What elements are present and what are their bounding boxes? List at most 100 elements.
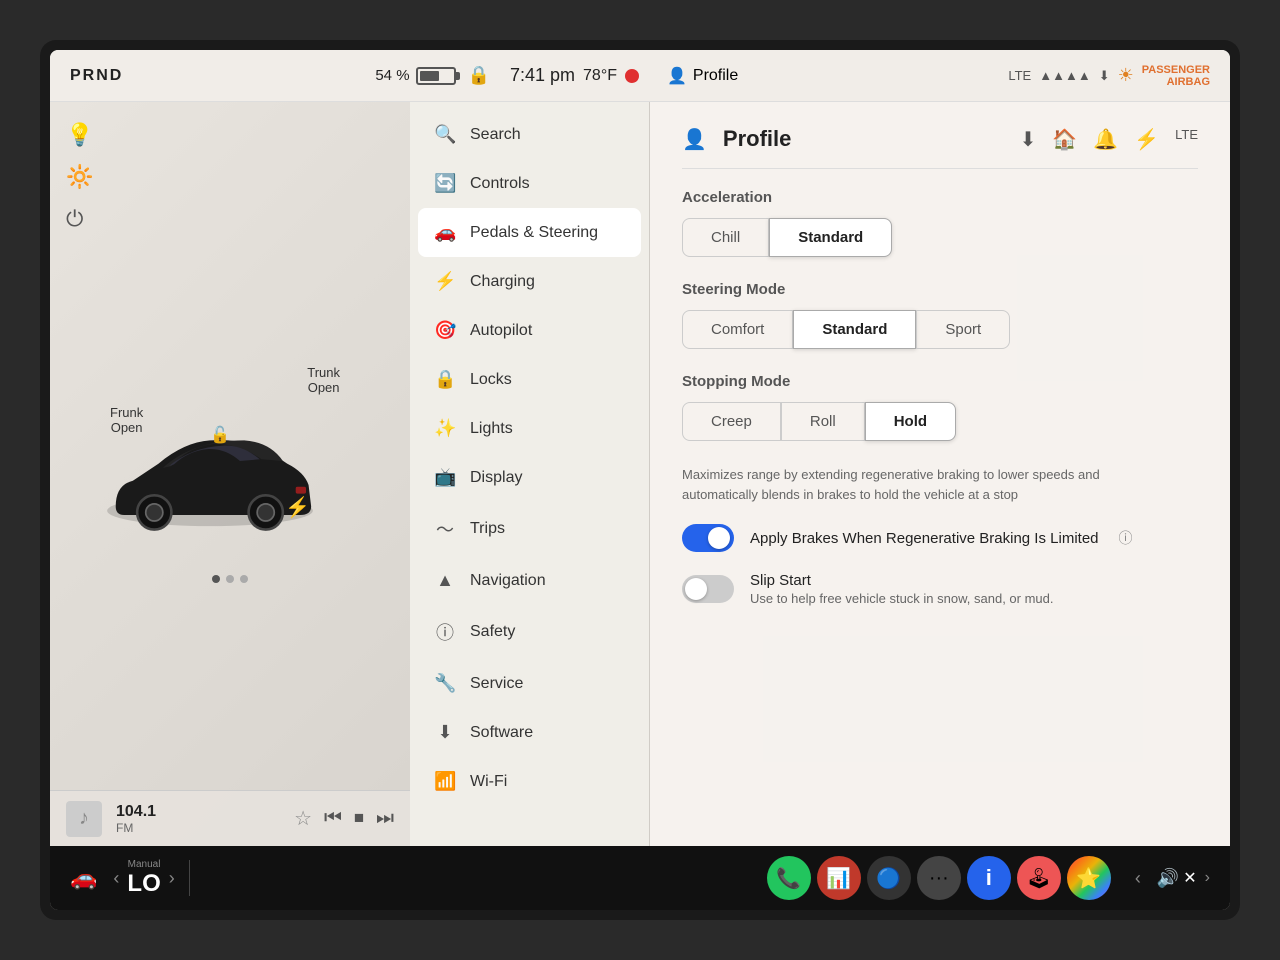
settings-title: Profile <box>723 126 791 152</box>
signal-bars: ▲▲▲▲ <box>1039 68 1090 83</box>
home-icon[interactable]: 🏠 <box>1052 127 1077 152</box>
menu-item-charging[interactable]: ⚡ Charging <box>410 257 649 306</box>
slip-start-toggle[interactable] <box>682 575 734 603</box>
taskbar: 🚗 ‹ Manual LO › 📞 📊 🔵 ··· i 🕹 ⭐ ‹ 🔊 ✕ <box>50 846 1230 910</box>
favorite-button[interactable]: ☆ <box>294 806 312 831</box>
pedals-label: Pedals & Steering <box>470 224 598 242</box>
menu-item-trips[interactable]: 〜 Trips <box>410 502 649 556</box>
fog-lights-icon[interactable]: 🔆 <box>66 164 93 190</box>
menu-item-display[interactable]: 📺 Display <box>410 453 649 502</box>
settings-header: 👤 Profile ⬇ 🏠 🔔 ⚡ LTE <box>682 126 1198 169</box>
menu-item-controls[interactable]: 🔄 Controls <box>410 159 649 208</box>
menu-item-pedals[interactable]: 🚗 Pedals & Steering <box>418 208 641 257</box>
lights-label: Lights <box>470 420 513 438</box>
trunk-label: Trunk Open <box>307 365 340 395</box>
locks-label: Locks <box>470 371 512 389</box>
menu-item-lights[interactable]: ✨ Lights <box>410 404 649 453</box>
profile-person-icon: 👤 <box>667 66 687 86</box>
lights-icon: ✨ <box>434 418 456 439</box>
apply-brakes-info-icon[interactable]: ⓘ <box>1119 528 1133 548</box>
software-icon: ⬇ <box>434 722 456 743</box>
car-page-dots <box>212 575 248 583</box>
battery-icon <box>416 67 456 85</box>
download-icon: ⬇ <box>1099 68 1110 84</box>
accel-standard-button[interactable]: Standard <box>769 218 892 257</box>
menu-column: 🔍 Search 🔄 Controls 🚗 Pedals & Steering … <box>410 102 650 846</box>
steering-sport-button[interactable]: Sport <box>916 310 1010 349</box>
back-arrow[interactable]: ‹ <box>113 868 119 889</box>
menu-item-service[interactable]: 🔧 Service <box>410 659 649 708</box>
menu-item-search[interactable]: 🔍 Search <box>410 110 649 159</box>
laptop-frame: PRND 54 % 🔒 7:41 pm 78°F 👤 Profile LTE ▲… <box>40 40 1240 920</box>
lte-label: LTE <box>1008 68 1031 83</box>
power-icon[interactable]: ⏻ <box>66 206 93 232</box>
next-button[interactable]: ⏭ <box>376 807 394 830</box>
menu-item-wifi[interactable]: 📶 Wi-Fi <box>410 757 649 806</box>
menu-item-navigation[interactable]: ▲ Navigation <box>410 556 649 605</box>
safety-label: Safety <box>470 623 515 641</box>
game-app[interactable]: 🕹 <box>1017 856 1061 900</box>
info-app[interactable]: i <box>967 856 1011 900</box>
time-area: 7:41 pm 78°F <box>510 65 639 86</box>
station-number: 104.1 <box>116 803 156 821</box>
car-container: Frunk Open Trunk Open 🔓 <box>90 365 370 565</box>
safety-icon: ⓘ <box>434 619 456 645</box>
car-icon[interactable]: 🚗 <box>70 865 97 891</box>
taskbar-apps: 📞 📊 🔵 ··· i 🕹 ⭐ <box>767 856 1111 900</box>
camera-app[interactable]: 🔵 <box>867 856 911 900</box>
mute-icon: ✕ <box>1183 868 1196 888</box>
taskbar-divider <box>189 860 190 896</box>
lte-area: LTE ▲▲▲▲ ⬇ ☀ PASSENGER AIRBAG <box>1008 64 1210 88</box>
volume-control[interactable]: 🔊 ✕ <box>1157 868 1197 889</box>
volume-forward[interactable]: › <box>1205 869 1210 887</box>
steering-standard-button[interactable]: Standard <box>793 310 916 349</box>
star-app[interactable]: ⭐ <box>1067 856 1111 900</box>
profile-icon-header: 👤 <box>682 127 707 152</box>
lock-icon: 🔒 <box>468 65 490 86</box>
notification-icon[interactable]: 🔔 <box>1093 127 1118 152</box>
steering-comfort-button[interactable]: Comfort <box>682 310 793 349</box>
service-label: Service <box>470 675 523 693</box>
stopping-hold-button[interactable]: Hold <box>865 402 956 441</box>
charging-icon: ⚡ <box>285 495 310 520</box>
apply-brakes-row: Apply Brakes When Regenerative Braking I… <box>682 524 1198 552</box>
status-bar: PRND 54 % 🔒 7:41 pm 78°F 👤 Profile LTE ▲… <box>50 50 1230 102</box>
media-app[interactable]: 📊 <box>817 856 861 900</box>
dot-3[interactable] <box>240 575 248 583</box>
menu-item-safety[interactable]: ⓘ Safety <box>410 605 649 659</box>
main-content: 💡 🔆 ⏻ Frunk Open Trunk Open 🔓 <box>50 102 1230 846</box>
profile-area[interactable]: 👤 Profile <box>667 66 738 86</box>
wifi-label: Wi-Fi <box>470 773 507 791</box>
station-info: 104.1 FM <box>116 803 156 835</box>
controls-icon: 🔄 <box>434 173 456 194</box>
stop-button[interactable]: ⏹ <box>354 807 364 830</box>
download-settings-icon[interactable]: ⬇ <box>1020 127 1037 152</box>
accel-chill-button[interactable]: Chill <box>682 218 769 257</box>
dot-1[interactable] <box>212 575 220 583</box>
lte-settings-icon[interactable]: LTE <box>1175 127 1198 152</box>
acceleration-label: Acceleration <box>682 189 1198 206</box>
previous-button[interactable]: ⏮ <box>324 807 342 830</box>
stopping-mode-label: Stopping Mode <box>682 373 1198 390</box>
search-icon: 🔍 <box>434 124 456 145</box>
headlights-icon[interactable]: 💡 <box>66 122 93 148</box>
bluetooth-icon[interactable]: ⚡ <box>1134 127 1159 152</box>
frunk-lock-icon: 🔓 <box>210 425 230 445</box>
volume-back[interactable]: ‹ <box>1135 868 1141 889</box>
software-label: Software <box>470 724 533 742</box>
slip-start-label: Slip Start <box>750 572 1054 589</box>
slip-start-row: Slip Start Use to help free vehicle stuc… <box>682 572 1198 606</box>
apply-brakes-toggle[interactable] <box>682 524 734 552</box>
forward-arrow[interactable]: › <box>169 868 175 889</box>
more-app[interactable]: ··· <box>917 856 961 900</box>
menu-item-autopilot[interactable]: 🎯 Autopilot <box>410 306 649 355</box>
stopping-creep-button[interactable]: Creep <box>682 402 781 441</box>
dot-2[interactable] <box>226 575 234 583</box>
menu-item-locks[interactable]: 🔒 Locks <box>410 355 649 404</box>
stopping-roll-button[interactable]: Roll <box>781 402 865 441</box>
recording-indicator <box>625 69 639 83</box>
menu-item-software[interactable]: ⬇ Software <box>410 708 649 757</box>
locks-icon: 🔒 <box>434 369 456 390</box>
phone-app[interactable]: 📞 <box>767 856 811 900</box>
navigation-label: Navigation <box>470 572 546 590</box>
